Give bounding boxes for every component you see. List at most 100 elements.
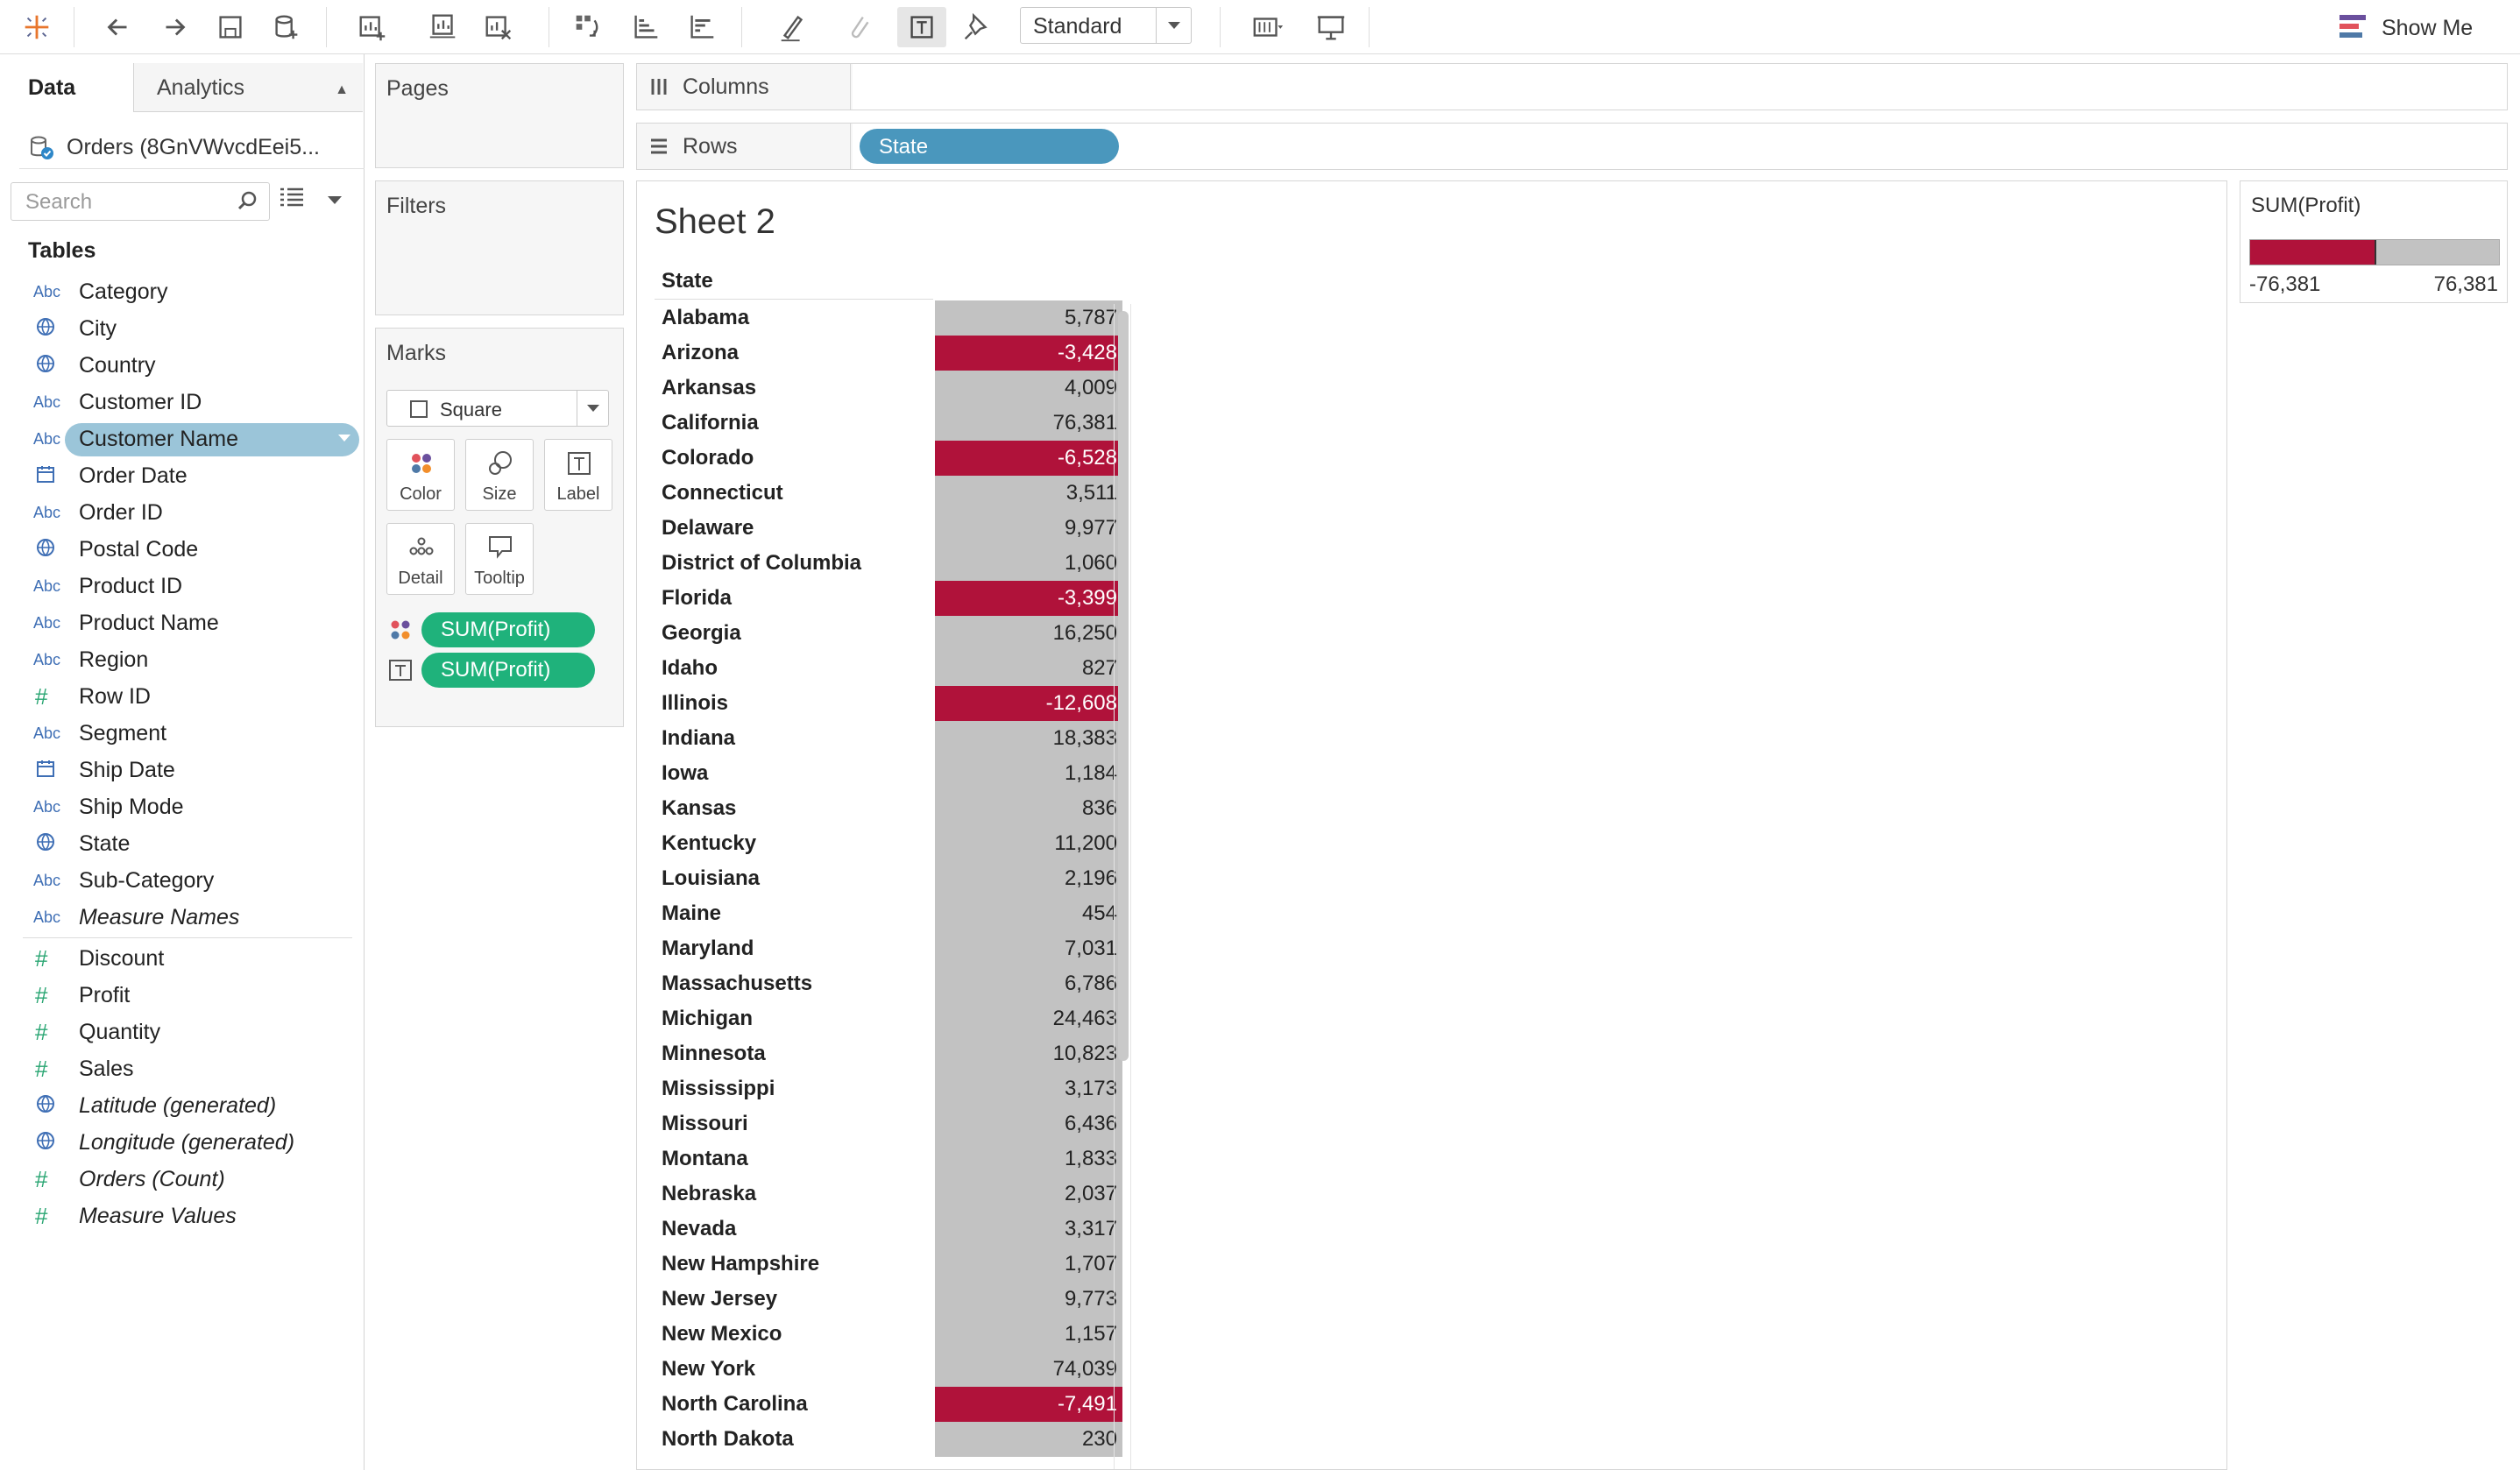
state-name[interactable]: Nebraska — [662, 1182, 756, 1206]
field-product-id[interactable]: Abc Product ID — [0, 568, 365, 604]
field-sales[interactable]: # Sales — [0, 1050, 365, 1087]
search-input[interactable]: Search — [11, 182, 270, 221]
chevron-down-icon[interactable] — [338, 435, 350, 442]
new-worksheet-icon[interactable] — [343, 7, 401, 47]
table-row[interactable]: Kansas 836 — [655, 791, 1531, 826]
presentation-mode-icon[interactable] — [1309, 7, 1353, 47]
datasource-item[interactable]: Orders (8GnVWvcdEei5... — [28, 121, 320, 173]
undo-icon[interactable] — [96, 7, 140, 47]
field-profit[interactable]: # Profit — [0, 977, 365, 1014]
view-list-icon[interactable] — [279, 186, 305, 208]
field-state[interactable]: State — [0, 825, 365, 862]
color-legend[interactable]: SUM(Profit) -76,381 76,381 — [2240, 180, 2508, 303]
show-cards-icon[interactable] — [1237, 7, 1299, 47]
sheet-title[interactable]: Sheet 2 — [655, 202, 775, 242]
state-row-pill[interactable]: State — [860, 129, 1119, 164]
group-members-icon[interactable] — [831, 7, 888, 47]
columns-drop-area[interactable] — [853, 64, 2507, 110]
field-order-date[interactable]: Order Date — [0, 457, 365, 494]
field-measure-values[interactable]: # Measure Values — [0, 1198, 365, 1234]
field-postal-code[interactable]: Postal Code — [0, 531, 365, 568]
color-button[interactable]: Color — [386, 439, 455, 511]
table-row[interactable]: Alabama 5,787 — [655, 300, 1531, 336]
table-row[interactable]: Florida -3,399 — [655, 581, 1531, 616]
state-column-header[interactable]: State — [662, 269, 713, 293]
fit-size-dropdown[interactable]: Standard — [1020, 7, 1192, 44]
table-row[interactable]: Minnesota 10,823 — [655, 1036, 1531, 1071]
table-row[interactable]: Nebraska 2,037 — [655, 1177, 1531, 1212]
field-region[interactable]: Abc Region — [0, 641, 365, 678]
table-row[interactable]: Arizona -3,428 — [655, 336, 1531, 371]
chevron-down-icon[interactable] — [328, 196, 342, 204]
state-name[interactable]: Connecticut — [662, 481, 783, 505]
tooltip-button[interactable]: Tooltip — [465, 523, 534, 595]
sum-profit-color-pill[interactable]: SUM(Profit) — [421, 612, 595, 647]
state-name[interactable]: New Hampshire — [662, 1252, 819, 1276]
table-row[interactable]: Michigan 24,463 — [655, 1001, 1531, 1036]
size-button[interactable]: Size — [465, 439, 534, 511]
state-name[interactable]: Missouri — [662, 1112, 748, 1136]
table-row[interactable]: Connecticut 3,511 — [655, 476, 1531, 511]
state-name[interactable]: North Dakota — [662, 1427, 794, 1452]
duplicate-sheet-icon[interactable] — [417, 7, 470, 47]
table-row[interactable]: Iowa 1,184 — [655, 756, 1531, 791]
state-name[interactable]: New Mexico — [662, 1322, 782, 1346]
table-row[interactable]: District of Columbia 1,060 — [655, 546, 1531, 581]
state-name[interactable]: Arizona — [662, 341, 739, 365]
table-row[interactable]: New Hampshire 1,707 — [655, 1247, 1531, 1282]
clear-sheet-icon[interactable] — [470, 7, 527, 47]
state-name[interactable]: Louisiana — [662, 866, 760, 891]
state-name[interactable]: Colorado — [662, 446, 754, 470]
field-segment[interactable]: Abc Segment — [0, 715, 365, 752]
state-name[interactable]: Alabama — [662, 306, 749, 330]
state-name[interactable]: Kansas — [662, 796, 736, 821]
state-name[interactable]: Florida — [662, 586, 732, 611]
table-row[interactable]: Illinois -12,608 — [655, 686, 1531, 721]
vertical-scrollbar[interactable] — [1114, 304, 1131, 1469]
field-order-id[interactable]: Abc Order ID — [0, 494, 365, 531]
field-customer-id[interactable]: Abc Customer ID — [0, 384, 365, 421]
save-icon[interactable] — [209, 7, 252, 47]
highlight-icon[interactable] — [762, 7, 824, 47]
state-name[interactable]: Iowa — [662, 761, 708, 786]
state-name[interactable]: Georgia — [662, 621, 741, 646]
show-mark-labels-icon[interactable] — [897, 7, 946, 47]
state-name[interactable]: California — [662, 411, 759, 435]
table-row[interactable]: New Mexico 1,157 — [655, 1317, 1531, 1352]
table-row[interactable]: Kentucky 11,200 — [655, 826, 1531, 861]
state-name[interactable]: Nevada — [662, 1217, 736, 1241]
field-country[interactable]: Country — [0, 347, 365, 384]
rows-drop-area[interactable]: State — [853, 124, 2507, 169]
table-row[interactable]: Delaware 9,977 — [655, 511, 1531, 546]
table-row[interactable]: Georgia 16,250 — [655, 616, 1531, 651]
state-name[interactable]: Montana — [662, 1147, 748, 1171]
field-customer-name[interactable]: Abc Customer Name — [0, 421, 365, 457]
scrollbar-thumb[interactable] — [1118, 311, 1129, 1061]
table-row[interactable]: Louisiana 2,196 — [655, 861, 1531, 896]
table-row[interactable]: Indiana 18,383 — [655, 721, 1531, 756]
redo-icon[interactable] — [152, 7, 196, 47]
swap-rows-columns-icon[interactable] — [566, 7, 610, 47]
table-row[interactable]: New Jersey 9,773 — [655, 1282, 1531, 1317]
field-category[interactable]: Abc Category — [0, 273, 365, 310]
fix-axes-pin-icon[interactable] — [955, 7, 999, 47]
tableau-logo-icon[interactable] — [19, 7, 54, 47]
state-name[interactable]: Maryland — [662, 936, 754, 961]
columns-shelf[interactable]: Columns — [636, 63, 2508, 110]
mark-type-dropdown[interactable]: Square — [386, 390, 609, 427]
table-row[interactable]: Maryland 7,031 — [655, 931, 1531, 966]
state-name[interactable]: Delaware — [662, 516, 754, 541]
tab-data[interactable]: Data — [0, 63, 133, 112]
field-discount[interactable]: # Discount — [0, 940, 365, 977]
table-row[interactable]: Mississippi 3,173 — [655, 1071, 1531, 1106]
field-quantity[interactable]: # Quantity — [0, 1014, 365, 1050]
state-name[interactable]: North Carolina — [662, 1392, 808, 1417]
field-latitude-generated[interactable]: Latitude (generated) — [0, 1087, 365, 1124]
state-name[interactable]: Indiana — [662, 726, 735, 751]
table-row[interactable]: Montana 1,833 — [655, 1141, 1531, 1177]
table-row[interactable]: Maine 454 — [655, 896, 1531, 931]
table-row[interactable]: Colorado -6,528 — [655, 441, 1531, 476]
state-name[interactable]: Massachusetts — [662, 972, 812, 996]
state-name[interactable]: Mississippi — [662, 1077, 775, 1101]
table-row[interactable]: Nevada 3,317 — [655, 1212, 1531, 1247]
